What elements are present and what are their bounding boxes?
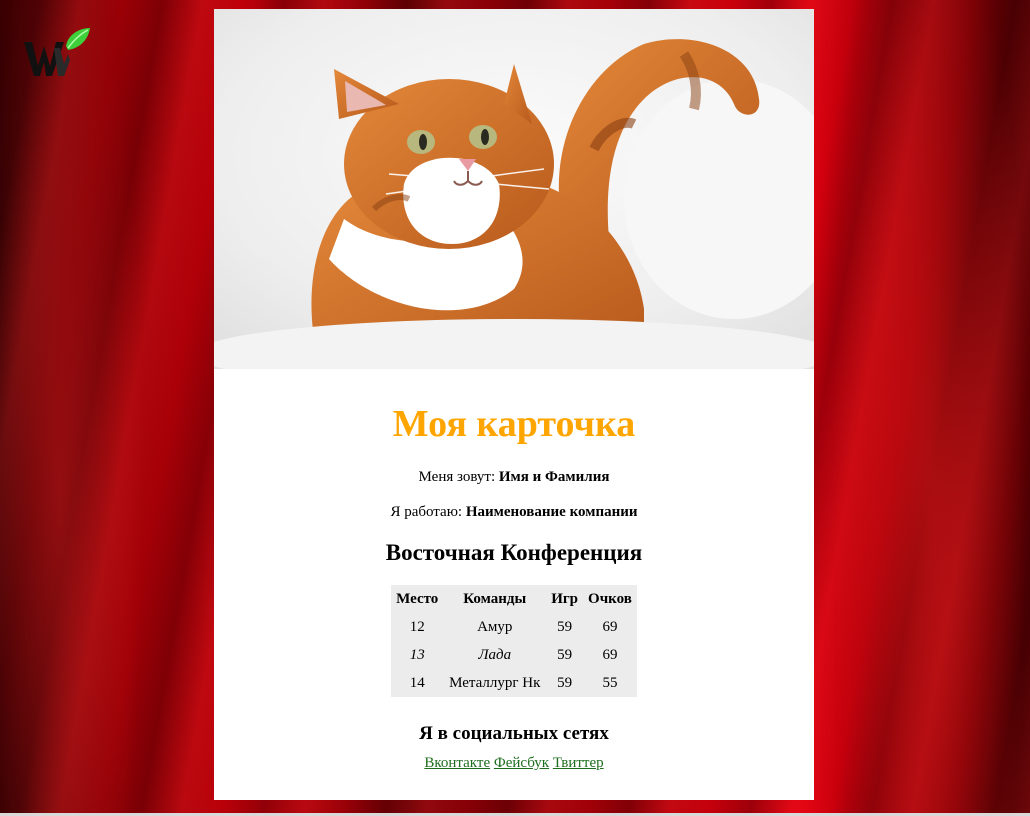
social-links: Вконтакте Фейсбук Твиттер (214, 753, 814, 773)
work-label: Я работаю: (390, 504, 466, 520)
name-line: Меня зовут: Имя и Фамилия (214, 467, 814, 487)
table-row: 13 Лада 59 69 (391, 641, 637, 669)
standings-table: Место Команды Игр Очков 12 Амур 59 69 13… (391, 585, 637, 697)
name-value: Имя и Фамилия (498, 469, 610, 485)
header-place: Место (396, 590, 439, 607)
social-title: Я в социальных сетях (419, 723, 609, 744)
table-row: 14 Металлург Нк 59 55 (391, 669, 637, 697)
cell-place: 14 (409, 674, 425, 691)
header-games: Игр (551, 590, 579, 607)
link-vkontakte[interactable]: Вконтакте (424, 755, 490, 771)
cell-points: 69 (602, 618, 618, 635)
name-label: Меня зовут: (418, 469, 499, 485)
ginger-cat-photo (214, 9, 814, 369)
header-teams: Команды (463, 590, 527, 607)
cell-team: Металлург Нк (449, 674, 541, 691)
cell-place: 13 (409, 646, 425, 663)
link-facebook[interactable]: Фейсбук (494, 755, 549, 771)
conference-title: Восточная Конференция (385, 540, 643, 565)
profile-card: Моя карточка Меня зовут: Имя и Фамилия Я… (214, 9, 814, 800)
cell-games: 59 (557, 646, 573, 663)
table-header-row: Место Команды Игр Очков (391, 585, 637, 613)
cell-team: Амур (477, 618, 513, 635)
link-twitter[interactable]: Твиттер (553, 755, 604, 771)
cell-points: 69 (602, 646, 618, 663)
header-points: Очков (588, 590, 632, 607)
logo-icon (24, 28, 90, 76)
page-title: Моя карточка (392, 403, 636, 445)
work-line: Я работаю: Наименование компании (214, 502, 814, 522)
cell-place: 12 (409, 618, 425, 635)
table-row: 12 Амур 59 69 (391, 613, 637, 641)
cell-points: 55 (602, 674, 618, 691)
work-value: Наименование компании (465, 504, 638, 520)
cell-team: Лада (478, 646, 512, 663)
cell-games: 59 (557, 618, 573, 635)
cell-games: 59 (557, 674, 573, 691)
